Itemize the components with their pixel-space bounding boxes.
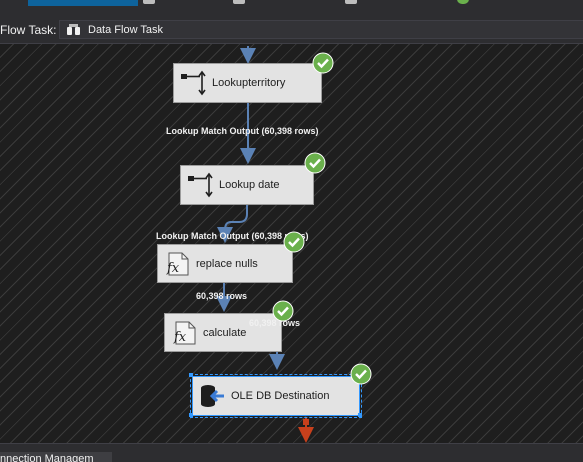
replace-nulls-component[interactable]: fx replace nulls (157, 244, 293, 283)
ole-db-destination-icon (201, 385, 224, 407)
lookup-icon (181, 70, 206, 96)
path-label: 60,398 rows (249, 318, 301, 328)
svg-text:fx: fx (166, 261, 180, 276)
derived-column-icon: fx (173, 321, 196, 345)
success-check-icon (350, 363, 372, 385)
derived-column-icon: fx (166, 252, 189, 276)
path-label: Lookup Match Output (60,398 rows) (166, 126, 319, 136)
success-check-icon (283, 231, 305, 253)
component-label: OLE DB Destination (231, 390, 330, 402)
svg-text:fx: fx (173, 330, 187, 345)
data-flow-task-icon (67, 24, 80, 35)
toolbar-icon[interactable] (143, 0, 155, 4)
selection-handle[interactable] (358, 413, 362, 417)
component-label: calculate (203, 326, 247, 339)
bottom-panel-bar: nnection Managem (0, 443, 583, 462)
top-toolbar-strip (0, 0, 583, 16)
task-dropdown-value: Data Flow Task (88, 24, 163, 36)
task-selector-bar: Flow Task: Data Flow Task (0, 16, 583, 43)
error-output-dot[interactable] (303, 419, 309, 425)
data-flow-design-surface[interactable]: Lookupterritory Lookup Match Output (60,… (0, 43, 583, 444)
lookup-date-component[interactable]: Lookup date (180, 165, 314, 205)
component-label: replace nulls (196, 257, 258, 270)
selection-handle[interactable] (189, 413, 193, 417)
status-icon (457, 0, 469, 4)
ole-db-destination-component[interactable]: OLE DB Destination (190, 374, 362, 418)
lookup-territory-component[interactable]: Lookupterritory (173, 63, 322, 103)
component-label: Lookupterritory (212, 77, 286, 89)
data-flow-task-dropdown[interactable]: Data Flow Task (59, 20, 583, 39)
success-check-icon (312, 52, 334, 74)
active-document-tab[interactable] (28, 0, 138, 6)
selection-handle[interactable] (189, 373, 193, 377)
flow-task-label: Flow Task: (0, 23, 57, 37)
lookup-icon (188, 172, 213, 198)
path-label: 60,398 rows (196, 291, 248, 301)
success-check-icon (304, 152, 326, 174)
toolbar-icon[interactable] (345, 0, 357, 4)
toolbar-icon[interactable] (233, 0, 245, 4)
component-label: Lookup date (219, 179, 280, 191)
